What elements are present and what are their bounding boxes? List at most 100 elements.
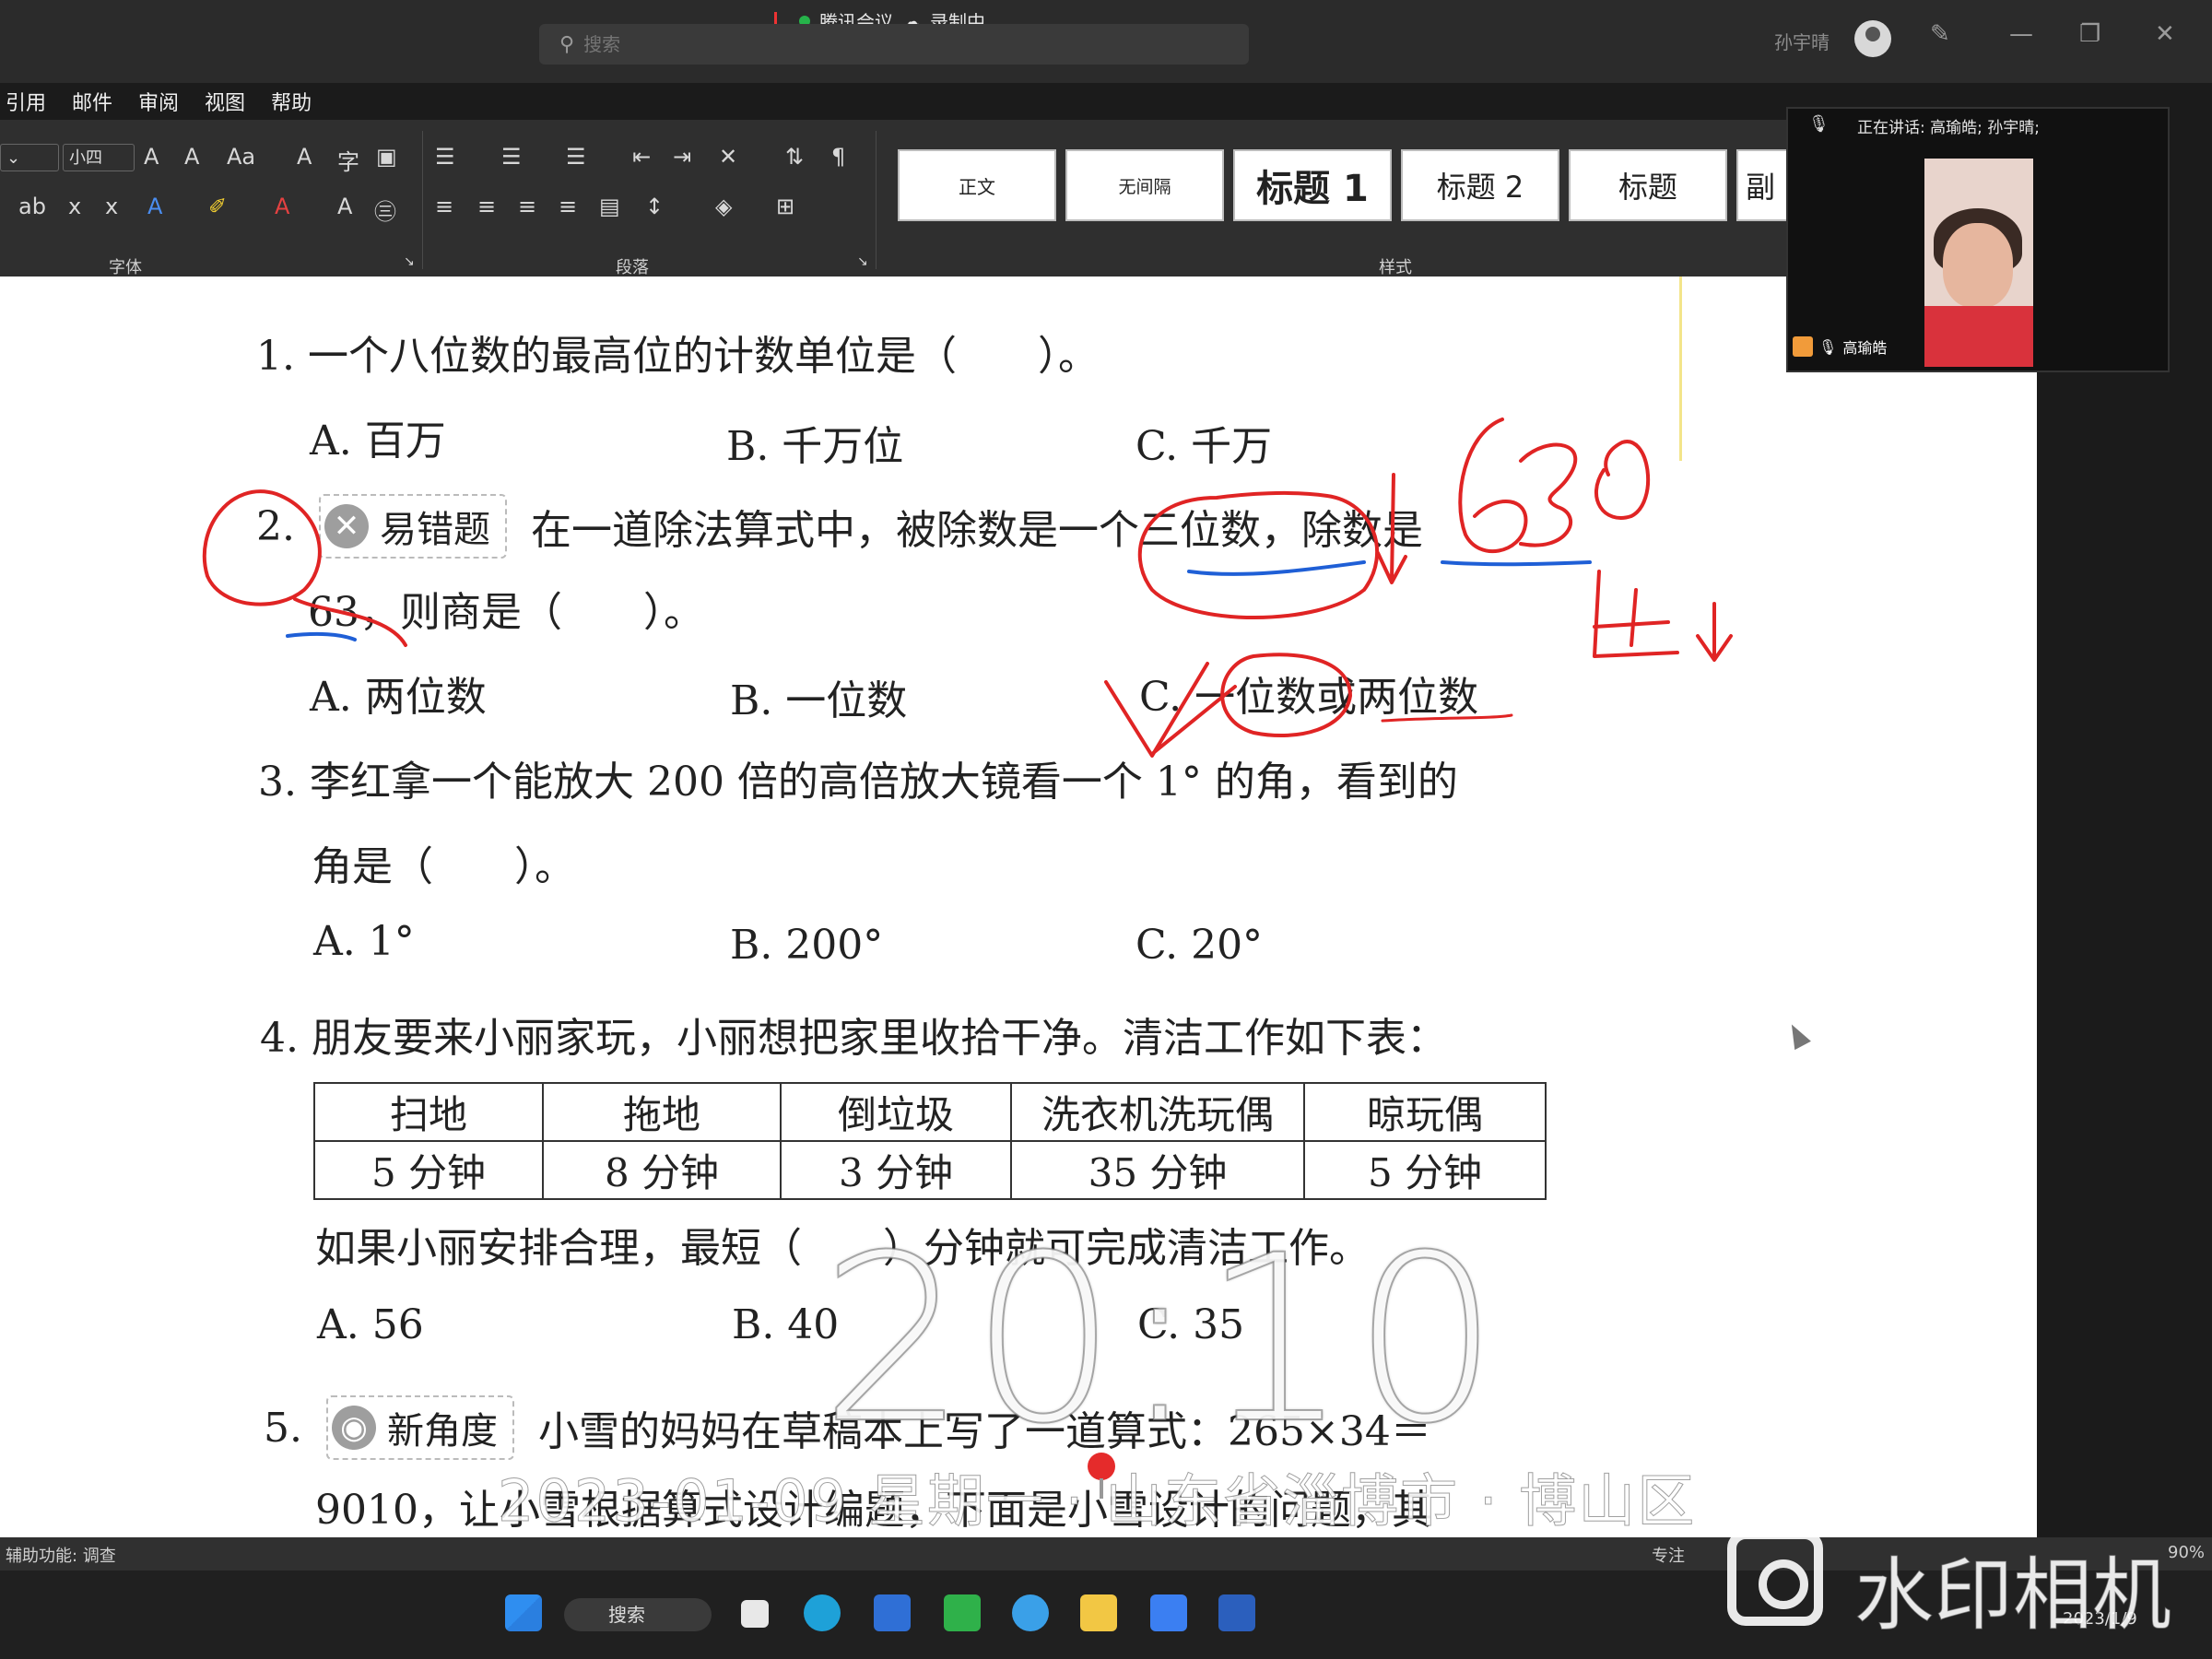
borders-icon[interactable]: ⊞: [776, 194, 794, 219]
q5-tag-label: 新角度: [386, 1410, 498, 1453]
table-header-cell: 晾玩偶: [1303, 1082, 1547, 1142]
font-color-icon[interactable]: A: [275, 194, 289, 219]
strikethrough-icon[interactable]: ab: [18, 194, 46, 219]
bullets-icon[interactable]: ☰: [435, 144, 455, 170]
search-input[interactable]: [582, 32, 1139, 56]
align-center-icon[interactable]: ≡: [477, 194, 496, 219]
q5-number: 5.: [264, 1404, 302, 1452]
user-name: 孙宇晴: [1774, 31, 1830, 53]
highlight-icon[interactable]: ✐: [208, 194, 227, 219]
search-box[interactable]: ⚲: [539, 24, 1249, 65]
question-2-line-1: 2. ✕ 易错题 在一道除法算式中，被除数是一个三位数，除数是: [256, 494, 1423, 559]
line-spacing-icon[interactable]: ↕: [645, 194, 664, 219]
paragraph-dialog-launcher-icon[interactable]: ↘: [857, 254, 868, 269]
margin-marker: [1679, 276, 1682, 461]
close-icon[interactable]: ✕: [2155, 20, 2175, 48]
show-marks-icon[interactable]: ¶: [831, 144, 845, 170]
store-icon[interactable]: [874, 1594, 911, 1631]
table-header-cell: 倒垃圾: [780, 1082, 1012, 1142]
character-border-icon[interactable]: ▣: [376, 144, 397, 170]
watermark-time: 20:10: [819, 1205, 1503, 1475]
participant-name: 高瑜皓: [1842, 339, 1888, 357]
cleaning-table: 扫地 拖地 倒垃圾 洗衣机洗玩偶 晾玩偶 5 分钟 8 分钟 3 分钟 35 分…: [313, 1082, 1547, 1200]
style-no-spacing[interactable]: 无间隔: [1065, 149, 1224, 221]
font-name-dropdown[interactable]: ⌄: [0, 144, 59, 171]
tencent-meeting-icon[interactable]: [1150, 1594, 1187, 1631]
q2-tag: ✕ 易错题: [318, 494, 507, 559]
superscript-icon[interactable]: x: [105, 194, 118, 219]
distributed-icon[interactable]: ▤: [599, 194, 620, 219]
tab-mailings[interactable]: 邮件: [72, 87, 112, 116]
word-icon[interactable]: [1218, 1594, 1255, 1631]
video-figure-shirt: [1924, 306, 2033, 367]
chinese-layout-icon[interactable]: ✕: [719, 144, 737, 170]
minimize-icon[interactable]: —: [2009, 20, 2033, 48]
q3-option-c: C. 20°: [1135, 922, 1264, 969]
zoom-level[interactable]: 90%: [2168, 1543, 2205, 1562]
grow-font-icon[interactable]: A: [144, 144, 159, 170]
q4-option-a: A. 56: [317, 1301, 424, 1348]
styles-group-label: 样式: [1379, 258, 1412, 277]
question-4-line-1: 4. 朋友要来小丽家玩，小丽想把家里收拾干净。清洁工作如下表：: [260, 1015, 1447, 1062]
question-3-line-1: 3. 李红拿一个能放大 200 倍的高倍放大镜看一个 1° 的角，看到的: [258, 759, 1458, 806]
style-title[interactable]: 标题: [1569, 149, 1727, 221]
enclose-character-icon[interactable]: ㊂: [374, 194, 396, 226]
font-group-label: 字体: [109, 258, 142, 277]
multilevel-list-icon[interactable]: ☰: [566, 144, 586, 170]
table-row: 扫地 拖地 倒垃圾 洗衣机洗玩偶 晾玩偶: [313, 1082, 1547, 1142]
pen-icon[interactable]: ✎: [1930, 20, 1950, 48]
align-right-icon[interactable]: ≡: [518, 194, 536, 219]
change-case-icon[interactable]: Aa: [227, 144, 255, 170]
table-cell: 5 分钟: [1303, 1140, 1547, 1200]
ribbon-separator: [422, 131, 423, 269]
character-shading-icon[interactable]: A: [337, 194, 352, 219]
q5-tag: ◉ 新角度: [325, 1395, 514, 1460]
focus-mode[interactable]: 专注: [1652, 1543, 1685, 1567]
font-dialog-launcher-icon[interactable]: ↘: [404, 254, 415, 269]
location-pin-icon: [1088, 1453, 1115, 1499]
table-cell: 35 分钟: [1010, 1140, 1305, 1200]
task-view-icon[interactable]: [741, 1600, 769, 1628]
phonetic-guide-icon[interactable]: 字: [337, 144, 359, 176]
decrease-indent-icon[interactable]: ⇤: [632, 144, 651, 170]
shading-icon[interactable]: ◈: [715, 194, 732, 219]
restore-icon[interactable]: ❐: [2079, 20, 2100, 48]
style-heading-1[interactable]: 标题 1: [1233, 149, 1392, 221]
wechat-icon[interactable]: [944, 1594, 981, 1631]
q2-option-c: C. 一位数或两位数: [1139, 674, 1479, 721]
q1-option-b: B. 千万位: [726, 423, 904, 470]
ie-icon[interactable]: [1012, 1594, 1049, 1631]
clear-format-icon[interactable]: A: [297, 144, 312, 170]
question-3-line-2: 角是（ ）。: [312, 843, 575, 890]
tab-help[interactable]: 帮助: [271, 87, 312, 116]
edge-icon[interactable]: [804, 1594, 841, 1631]
taskbar-search[interactable]: 搜索: [564, 1598, 712, 1631]
start-icon[interactable]: [505, 1594, 542, 1631]
ribbon-separator: [876, 131, 877, 269]
style-normal[interactable]: 正文: [898, 149, 1056, 221]
shrink-font-icon[interactable]: A: [184, 144, 199, 170]
video-figure-face: [1943, 223, 2013, 308]
q1-option-c: C. 千万: [1135, 423, 1273, 470]
tab-view[interactable]: 视图: [205, 87, 245, 116]
increase-indent-icon[interactable]: ⇥: [673, 144, 691, 170]
mouse-cursor-icon: [1783, 1019, 1811, 1051]
participant-video[interactable]: [1924, 159, 2033, 367]
accessibility-status[interactable]: 辅助功能: 调查: [6, 1543, 116, 1567]
numbering-icon[interactable]: ☰: [501, 144, 522, 170]
sort-icon[interactable]: ⇅: [785, 144, 804, 170]
tab-review[interactable]: 审阅: [138, 87, 179, 116]
justify-icon[interactable]: ≡: [559, 194, 577, 219]
table-header-cell: 洗衣机洗玩偶: [1010, 1082, 1305, 1142]
user-avatar[interactable]: [1854, 20, 1891, 57]
folder-icon[interactable]: [1080, 1594, 1117, 1631]
tab-references[interactable]: 引用: [6, 87, 46, 116]
align-left-icon[interactable]: ≡: [435, 194, 453, 219]
style-subtitle[interactable]: 副: [1736, 149, 1792, 221]
q2-text: 在一道除法算式中，被除数是一个三位数，除数是: [530, 507, 1423, 554]
font-size-dropdown[interactable]: 小四: [63, 144, 135, 171]
table-row: 5 分钟 8 分钟 3 分钟 35 分钟 5 分钟: [313, 1140, 1547, 1200]
style-heading-2[interactable]: 标题 2: [1401, 149, 1559, 221]
text-effects-icon[interactable]: A: [147, 194, 162, 219]
subscript-icon[interactable]: x: [68, 194, 81, 219]
